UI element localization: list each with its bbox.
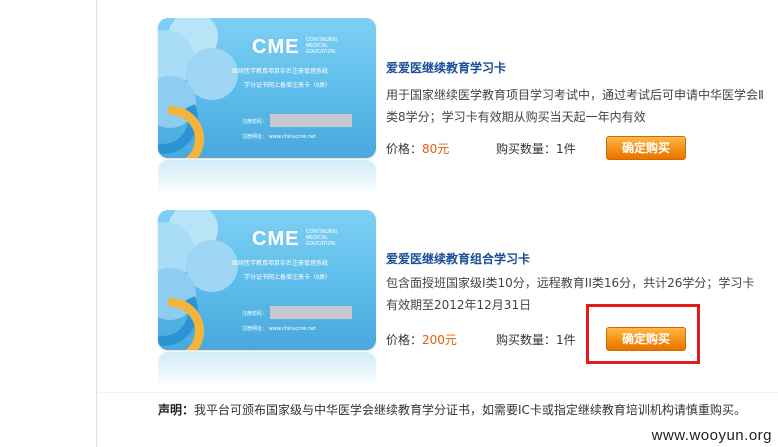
card-line-2: 学分证书网上备案注册卡（Ⅱ类） xyxy=(244,82,331,89)
card-site: 注册网址： www.chinacme.net xyxy=(242,134,317,140)
card-field-label: 注册密码： xyxy=(242,119,268,125)
card-field-label: 注册密码： xyxy=(242,311,268,317)
card-brand: CME xyxy=(252,228,300,250)
card-reflection xyxy=(158,160,376,196)
disclaimer-label: 声明： xyxy=(158,403,195,417)
card-password-field xyxy=(270,114,352,127)
disclaimer: 声明：我平台可颁布国家级与中华医学会继续教育学分证书，如需要IC卡或指定继续教育… xyxy=(158,401,746,418)
product-item: CME CONTINUING MEDICAL EDUCATION 继续医学教育项… xyxy=(158,210,758,395)
watermark: www.wooyun.org xyxy=(651,427,772,444)
left-divider xyxy=(96,0,97,447)
product-description: 包含面授班国家级I类10分，远程教育II类16分，共计26学分；学习卡有效期至2… xyxy=(386,276,755,312)
quantity-label: 购买数量：1件 xyxy=(496,142,576,156)
study-card-image[interactable]: CME CONTINUING MEDICAL EDUCATION 继续医学教育项… xyxy=(158,210,376,350)
price-label: 价格： xyxy=(386,333,423,347)
card-brand-sub: CONTINUING MEDICAL EDUCATION xyxy=(306,229,338,247)
price-row: 价格：200元 xyxy=(386,331,457,348)
card-reflection xyxy=(158,352,376,388)
card-site: 注册网址： www.chinacme.net xyxy=(242,326,317,332)
product-title-link[interactable]: 爱爱医继续教育组合学习卡 xyxy=(386,250,530,267)
disclaimer-text: 我平台可颁布国家级与中华医学会继续教育学分证书，如需要IC卡或指定继续教育培训机… xyxy=(194,403,746,417)
card-line-2: 学分证书网上备案注册卡（Ⅱ类） xyxy=(244,274,331,281)
price-label: 价格： xyxy=(386,142,423,156)
product-title-link[interactable]: 爱爱医继续教育学习卡 xyxy=(386,59,506,76)
card-brand: CME xyxy=(252,36,300,58)
price-value: 200元 xyxy=(422,333,457,347)
card-line-1: 继续医学教育项目实名注册管理系统 xyxy=(232,260,329,267)
highlight-annotation-box xyxy=(586,304,700,364)
price-row: 价格：80元 xyxy=(386,140,449,157)
card-password-field xyxy=(270,306,352,319)
section-divider xyxy=(96,392,778,393)
confirm-purchase-button[interactable]: 确定购买 xyxy=(606,136,686,160)
product-description: 用于国家继续医学教育项目学习考试中，通过考试后可申请中华医学会Ⅱ类8学分；学习卡… xyxy=(386,88,764,124)
product-item: CME CONTINUING MEDICAL EDUCATION 继续医学教育项… xyxy=(158,18,764,203)
price-value: 80元 xyxy=(422,142,450,156)
card-brand-sub: CONTINUING MEDICAL EDUCATION xyxy=(306,37,338,55)
quantity-label: 购买数量：1件 xyxy=(496,333,576,347)
study-card-image[interactable]: CME CONTINUING MEDICAL EDUCATION 继续医学教育项… xyxy=(158,18,376,158)
card-line-1: 继续医学教育项目实名注册管理系统 xyxy=(232,68,329,75)
page: CME CONTINUING MEDICAL EDUCATION 继续医学教育项… xyxy=(0,0,778,447)
